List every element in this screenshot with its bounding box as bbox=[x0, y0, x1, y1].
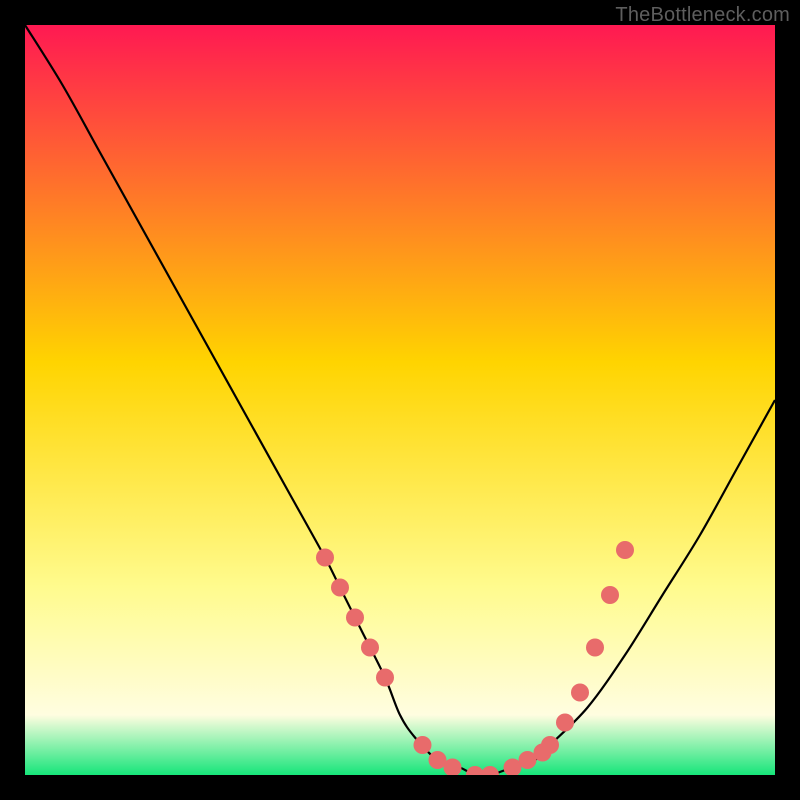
marker-dots bbox=[316, 541, 634, 775]
bottleneck-chart bbox=[25, 25, 775, 775]
marker-dot bbox=[346, 609, 364, 627]
marker-dot bbox=[481, 766, 499, 775]
marker-dot bbox=[361, 639, 379, 657]
marker-dot bbox=[586, 639, 604, 657]
marker-dot bbox=[601, 586, 619, 604]
marker-dot bbox=[616, 541, 634, 559]
curve-layer bbox=[25, 25, 775, 775]
marker-dot bbox=[541, 736, 559, 754]
marker-dot bbox=[556, 714, 574, 732]
marker-dot bbox=[376, 669, 394, 687]
marker-dot bbox=[571, 684, 589, 702]
bottleneck-curve bbox=[25, 25, 775, 775]
marker-dot bbox=[414, 736, 432, 754]
watermark-text: TheBottleneck.com bbox=[615, 4, 790, 27]
marker-dot bbox=[331, 579, 349, 597]
marker-dot bbox=[316, 549, 334, 567]
